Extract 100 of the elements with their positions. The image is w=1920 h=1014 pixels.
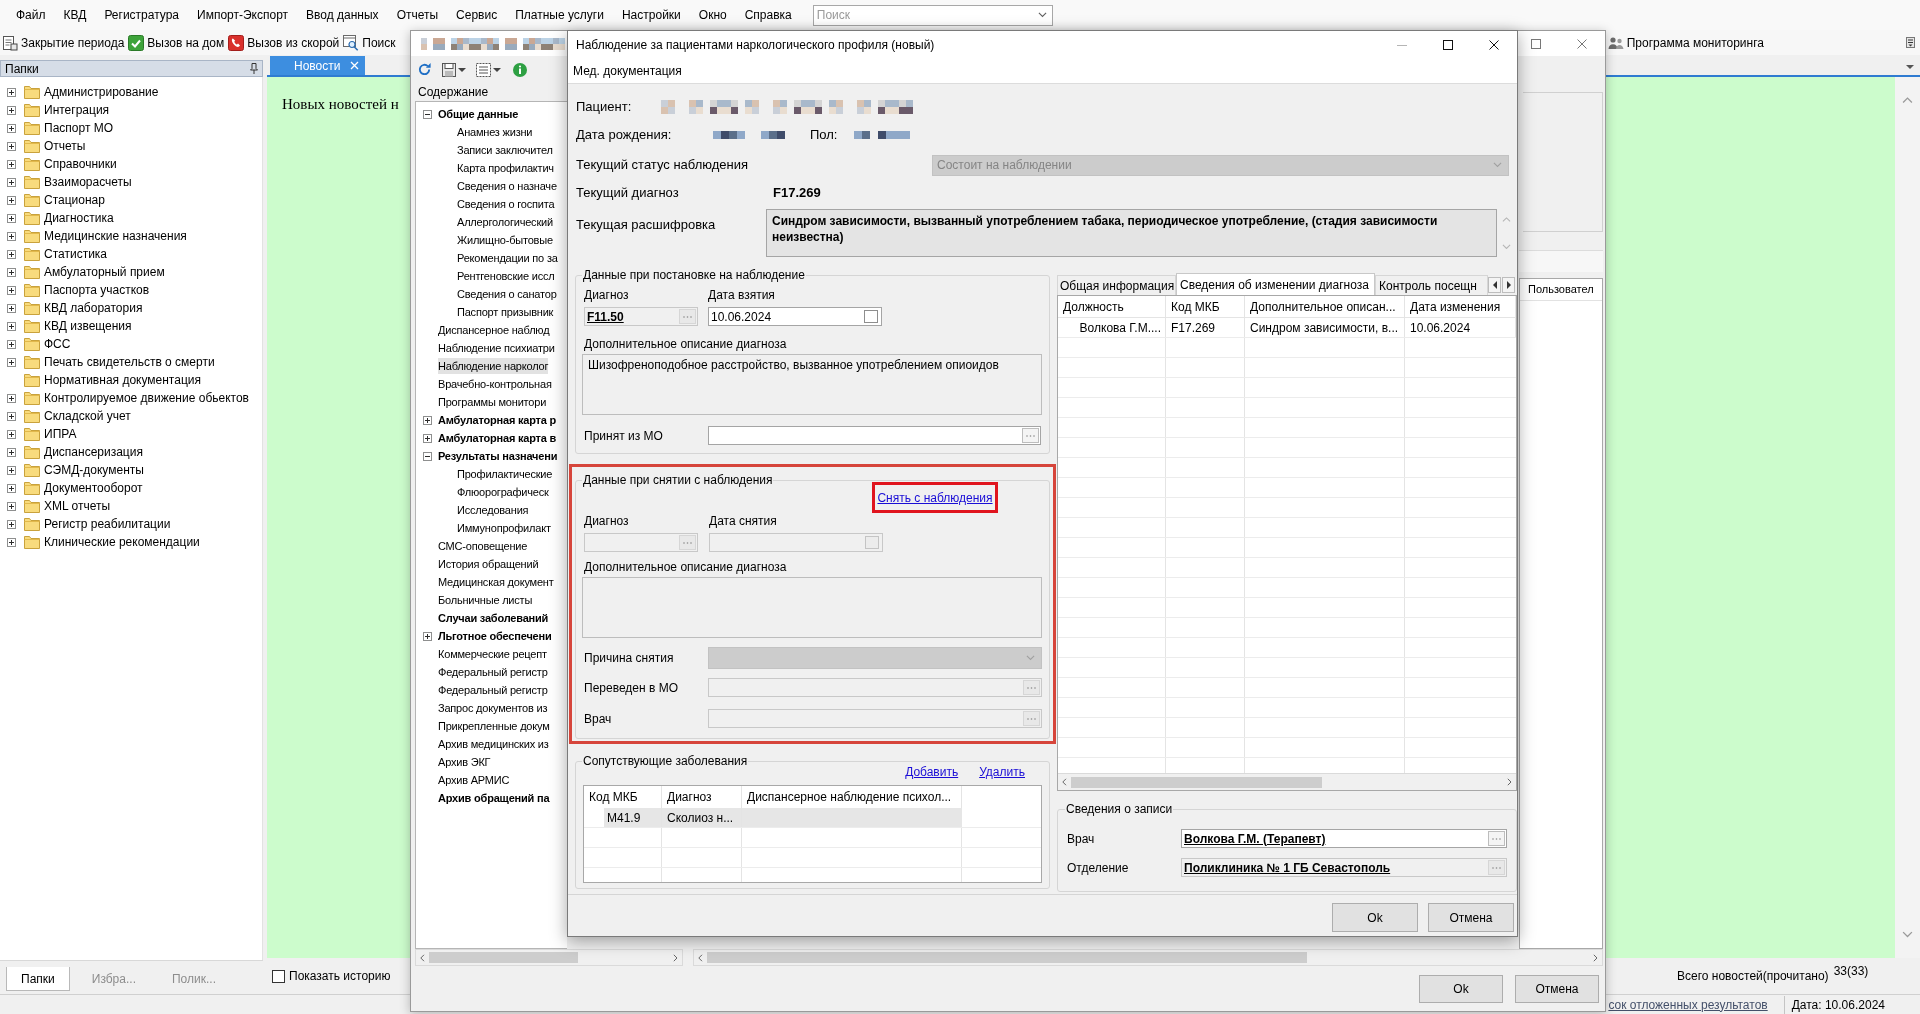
collapse-icon[interactable] bbox=[423, 109, 432, 119]
expand-icon[interactable] bbox=[7, 519, 16, 529]
scrollbar-thumb[interactable] bbox=[428, 952, 578, 963]
tree-item[interactable]: Прикрепленные докум bbox=[438, 718, 550, 734]
tree-item[interactable]: Коммерческие рецепт bbox=[438, 646, 547, 662]
tree-item[interactable]: Паспорта участков bbox=[44, 281, 150, 299]
tree-item[interactable]: Жилищно-бытовые bbox=[457, 232, 553, 248]
description-field[interactable] bbox=[582, 577, 1042, 638]
expand-icon[interactable] bbox=[7, 321, 16, 331]
description-field[interactable]: Шизофреноподобное расстройство, вызванное употреблением опиоидов bbox=[582, 354, 1042, 415]
tree-item[interactable]: Аллергологический bbox=[457, 214, 553, 230]
diagnosis-decoding-field[interactable]: Синдром зависимости, вызванный употреблением табака, периодическое употребление, (стадия зависимости неизвестна) bbox=[766, 209, 1497, 257]
toolbar-button[interactable]: Вызов из скорой bbox=[228, 33, 340, 52]
menu-item[interactable]: Сервис bbox=[447, 4, 507, 26]
tree-item[interactable]: Администрирование bbox=[44, 83, 159, 101]
expand-icon[interactable] bbox=[7, 177, 16, 187]
tree-item[interactable]: Стационар bbox=[44, 191, 105, 209]
expand-icon[interactable] bbox=[423, 433, 432, 443]
expand-icon[interactable] bbox=[7, 141, 16, 151]
tree-item[interactable]: Документооборот bbox=[44, 479, 143, 497]
tree-item[interactable]: Диспансеризация bbox=[44, 443, 143, 461]
tree-item[interactable]: Клинические рекомендации bbox=[44, 533, 200, 551]
tree-item[interactable]: Архив медицинских из bbox=[438, 736, 549, 752]
toolbar-button[interactable]: Закрытие периода bbox=[2, 33, 125, 52]
expand-icon[interactable] bbox=[7, 303, 16, 313]
scrollbar-thumb[interactable] bbox=[1070, 776, 1322, 788]
menu-item[interactable]: КВД bbox=[54, 4, 96, 26]
tree-item[interactable]: Взаиморасчеты bbox=[44, 173, 132, 191]
cancel-button[interactable]: Отмена bbox=[1428, 903, 1514, 932]
action-link[interactable]: Добавить bbox=[905, 763, 959, 781]
table-row[interactable]: M41.9 Сколиоз н... bbox=[604, 808, 962, 827]
tree-item[interactable]: Амбулаторный прием bbox=[44, 263, 165, 281]
tree-item[interactable]: Случаи заболеваний bbox=[438, 610, 549, 626]
tree-item[interactable]: ФСС bbox=[44, 335, 71, 353]
layout-menu-button[interactable] bbox=[476, 62, 501, 77]
expand-icon[interactable] bbox=[7, 501, 16, 511]
menu-item[interactable]: Ввод данных bbox=[297, 4, 388, 26]
menu-item[interactable]: Окно bbox=[689, 4, 736, 26]
tree-item[interactable]: Медицинские назначения bbox=[44, 227, 187, 245]
pin-icon[interactable] bbox=[250, 63, 258, 74]
expand-icon[interactable] bbox=[7, 267, 16, 277]
doctor-field[interactable]: Волкова Г.М. (Терапевт) bbox=[1181, 829, 1507, 848]
tree-item[interactable]: ИПРА bbox=[44, 425, 77, 443]
tree-item[interactable]: Архив ЭКГ bbox=[438, 754, 491, 770]
checkbox-icon[interactable] bbox=[864, 310, 878, 323]
menu-item[interactable]: Регистратура bbox=[95, 4, 189, 26]
tree-item[interactable]: Паспорт призывник bbox=[457, 304, 554, 320]
toolbar-button[interactable]: Программа мониторинга bbox=[1607, 33, 1764, 52]
tree-item[interactable]: Флюорографическ bbox=[457, 484, 549, 500]
tree-item[interactable]: Карта профилактич bbox=[457, 160, 554, 176]
tree-item[interactable]: Отчеты bbox=[44, 137, 86, 155]
scroll-left-button[interactable] bbox=[1488, 277, 1501, 293]
tree-item[interactable]: Сведения о санатор bbox=[457, 286, 557, 302]
tree-item[interactable]: Исследования bbox=[457, 502, 529, 518]
expand-icon[interactable] bbox=[7, 357, 16, 367]
tree-item[interactable]: Диагностика bbox=[44, 209, 114, 227]
tab[interactable]: Контроль посещн bbox=[1375, 275, 1488, 295]
menu-item[interactable]: Импорт-Экспорт bbox=[188, 4, 298, 26]
horizontal-scrollbar[interactable] bbox=[1058, 773, 1516, 790]
tree-item[interactable]: СМС-оповещение bbox=[438, 538, 528, 554]
tree-item[interactable]: Федеральный регистр bbox=[438, 682, 548, 698]
cancel-button[interactable]: Отмена bbox=[1515, 974, 1599, 1003]
expand-icon[interactable] bbox=[7, 213, 16, 223]
tree-item[interactable]: Льготное обеспечени bbox=[438, 628, 552, 644]
expand-icon[interactable] bbox=[7, 87, 16, 97]
toolbar-button[interactable]: Вызов на дом bbox=[128, 33, 225, 52]
tree-item[interactable]: История обращений bbox=[438, 556, 539, 572]
tree-item[interactable]: Рекомендации по за bbox=[457, 250, 558, 266]
expand-icon[interactable] bbox=[7, 159, 16, 169]
expand-icon[interactable] bbox=[7, 123, 16, 133]
tree-item[interactable]: Рентгеновские иссл bbox=[457, 268, 555, 284]
info-button[interactable] bbox=[513, 62, 527, 77]
menu-item[interactable]: Настройки bbox=[612, 4, 690, 26]
tree-item[interactable]: Амбулаторная карта в bbox=[438, 430, 557, 446]
tree-item[interactable]: Федеральный регистр bbox=[438, 664, 548, 680]
tree-item[interactable]: Наблюдение нарколог bbox=[438, 358, 549, 374]
mo-field[interactable] bbox=[708, 426, 1041, 445]
overflow-icon[interactable] bbox=[1906, 37, 1915, 48]
menu-item[interactable]: Файл bbox=[7, 4, 55, 26]
expand-icon[interactable] bbox=[423, 415, 432, 425]
ok-button[interactable]: Ok bbox=[1332, 903, 1418, 932]
tab[interactable]: Общая информация bbox=[1057, 275, 1176, 295]
tree-item[interactable]: КВД лаборатория bbox=[44, 299, 143, 317]
expand-icon[interactable] bbox=[7, 483, 16, 493]
tree-item[interactable]: Сведения о госпита bbox=[457, 196, 555, 212]
horizontal-scrollbar[interactable] bbox=[415, 949, 683, 966]
scrollbar-thumb[interactable] bbox=[706, 952, 1307, 963]
tree-item[interactable]: Архив АРМИС bbox=[438, 772, 510, 788]
expand-icon[interactable] bbox=[7, 537, 16, 547]
expand-icon[interactable] bbox=[7, 429, 16, 439]
close-icon[interactable] bbox=[350, 61, 359, 70]
panel-tab[interactable]: Папки bbox=[6, 967, 70, 991]
expand-icon[interactable] bbox=[7, 447, 16, 457]
tree-item[interactable]: Врачебно-контрольная bbox=[438, 376, 552, 392]
save-menu-button[interactable] bbox=[442, 62, 466, 77]
tree-item[interactable]: Печать свидетельств о смерти bbox=[44, 353, 215, 371]
deregister-link[interactable]: Снять с наблюдения bbox=[877, 488, 993, 507]
tree-item[interactable]: Архив обращений па bbox=[438, 790, 550, 806]
tree-item[interactable]: Регистр реабилитации bbox=[44, 515, 171, 533]
expand-icon[interactable] bbox=[423, 631, 432, 641]
